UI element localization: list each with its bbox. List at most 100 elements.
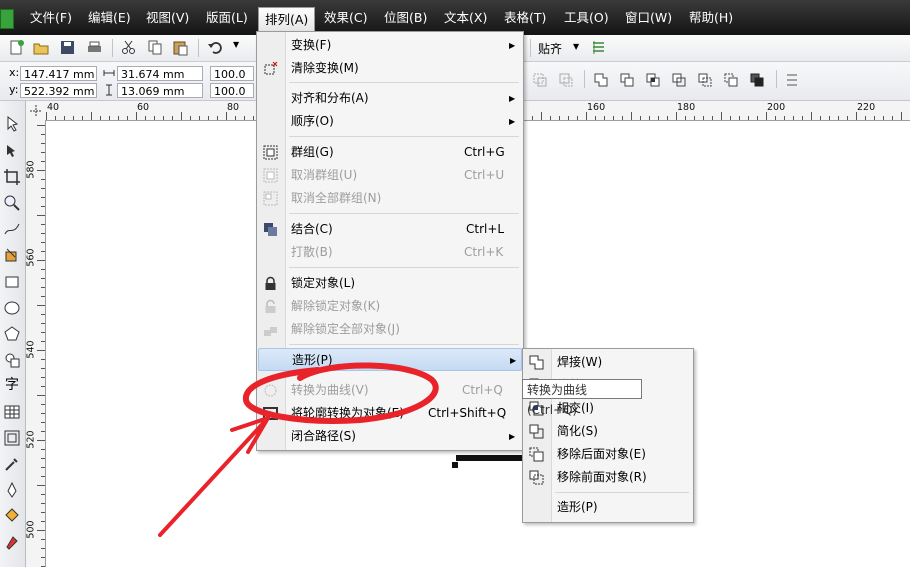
interactive-fill-tool-icon[interactable] <box>3 533 21 551</box>
menu-item-lock-object[interactable]: 锁定对象(L) <box>257 272 523 295</box>
height-icon <box>106 84 112 96</box>
print-icon[interactable] <box>86 39 103 56</box>
menu-item-shaping-docker[interactable]: 造形(P) <box>523 496 693 519</box>
menu-view[interactable]: 视图(V) <box>140 6 195 30</box>
menu-help[interactable]: 帮助(H) <box>683 6 739 30</box>
ruler-tick <box>41 278 45 279</box>
ruler-tick <box>109 116 110 120</box>
ruler-tick <box>811 112 812 120</box>
toolbar-separator <box>198 39 199 57</box>
ruler-origin-icon[interactable] <box>29 104 43 118</box>
toolbox: 字 <box>0 101 26 567</box>
selected-object[interactable] <box>456 455 524 461</box>
menu-item-group[interactable]: 群组(G) Ctrl+G <box>257 141 523 164</box>
smart-fill-tool-icon[interactable] <box>3 246 21 264</box>
crop-tool-icon[interactable] <box>3 168 21 186</box>
text-tool-icon[interactable]: 字 <box>3 374 21 393</box>
menu-item-combine[interactable]: 结合(C) Ctrl+L <box>257 218 523 241</box>
height-field[interactable]: 13.069 mm <box>117 83 203 98</box>
menu-item-front-minus-back[interactable]: 移除前面对象(R) <box>523 466 693 489</box>
eyedropper-tool-icon[interactable] <box>3 455 21 473</box>
back-minus-front-icon[interactable] <box>723 72 739 88</box>
width-field[interactable]: 31.674 mm <box>117 66 203 81</box>
menu-arrange[interactable]: 排列(A) <box>258 7 316 32</box>
menu-tools[interactable]: 工具(O) <box>558 6 615 30</box>
freehand-tool-icon[interactable] <box>3 220 21 238</box>
basic-shapes-tool-icon[interactable] <box>3 351 21 369</box>
menu-item-order[interactable]: 顺序(O) ▶ <box>257 110 523 133</box>
y-position-field[interactable]: 522.392 mm <box>20 83 97 98</box>
ruler-tick <box>568 116 569 120</box>
ruler-tick <box>739 116 740 120</box>
intersect-icon[interactable] <box>645 72 661 88</box>
menu-bitmaps[interactable]: 位图(B) <box>378 6 433 30</box>
ruler-tick <box>37 170 45 171</box>
save-icon[interactable] <box>59 39 76 56</box>
cut-icon[interactable] <box>120 39 137 56</box>
snap-dropdown-icon[interactable]: ▼ <box>573 42 579 51</box>
ruler-tick <box>595 116 596 120</box>
undo-dropdown-icon[interactable]: ▼ <box>233 40 239 49</box>
ruler-tick <box>41 332 45 333</box>
new-document-icon[interactable] <box>8 39 25 56</box>
menu-item-transformations[interactable]: 变换(F) ▶ <box>257 34 523 57</box>
rectangle-tool-icon[interactable] <box>3 273 21 291</box>
menu-item-simplify[interactable]: 简化(S) <box>523 420 693 443</box>
combine-icon <box>264 223 277 236</box>
ruler-tick <box>41 386 45 387</box>
zoom-tool-icon[interactable] <box>3 194 21 212</box>
ruler-tick <box>41 557 45 558</box>
menu-item-weld[interactable]: 焊接(W) <box>523 351 693 374</box>
trim-shape-icon[interactable] <box>558 72 574 88</box>
menu-item-close-path[interactable]: 闭合路径(S) ▶ <box>257 425 523 448</box>
menu-item-shaping[interactable]: 造形(P) ▶ <box>258 348 522 371</box>
scale-y-field[interactable]: 100.0 <box>210 83 254 98</box>
simplify-icon[interactable] <box>671 72 687 88</box>
menu-item-align-distribute[interactable]: 对齐和分布(A) ▶ <box>257 87 523 110</box>
remove-front-icon <box>529 470 544 485</box>
menu-effects[interactable]: 效果(C) <box>318 6 373 30</box>
vertical-ruler: 580 560 540 520 500 <box>26 120 46 567</box>
menu-text[interactable]: 文本(X) <box>438 6 493 30</box>
fill-tool-icon[interactable] <box>3 507 21 525</box>
weld-icon[interactable] <box>593 72 609 88</box>
ruler-tick <box>41 188 45 189</box>
ruler-tick <box>41 197 45 198</box>
align-icon[interactable] <box>784 72 800 88</box>
boundary-icon[interactable] <box>749 72 765 88</box>
menu-file[interactable]: 文件(F) <box>24 6 78 30</box>
table-tool-icon[interactable] <box>3 403 21 421</box>
polygon-tool-icon[interactable] <box>3 325 21 343</box>
paste-icon[interactable] <box>172 39 189 56</box>
menu-edit[interactable]: 编辑(E) <box>82 6 137 30</box>
pick-tool-icon[interactable] <box>3 115 21 133</box>
menu-item-clear-transformations[interactable]: 清除变换(M) <box>257 57 523 80</box>
trim-icon[interactable] <box>619 72 635 88</box>
weld-shape-icon[interactable] <box>532 72 548 88</box>
ruler-label: 580 <box>25 160 37 179</box>
menu-item-outline-to-object[interactable]: 将轮廓转换为对象(E) Ctrl+Shift+Q <box>257 402 523 425</box>
ellipse-tool-icon[interactable] <box>3 299 21 317</box>
interactive-tool-icon[interactable] <box>3 429 21 447</box>
x-label: x: <box>9 66 20 79</box>
menu-window[interactable]: 窗口(W) <box>619 6 678 30</box>
scale-x-field[interactable]: 100.0 <box>210 66 254 81</box>
undo-icon[interactable] <box>207 39 224 56</box>
group-icon <box>263 145 278 160</box>
menu-bar: 文件(F) 编辑(E) 视图(V) 版面(L) 排列(A) 效果(C) 位图(B… <box>0 0 910 35</box>
menu-layout[interactable]: 版面(L) <box>200 6 254 30</box>
menu-table[interactable]: 表格(T) <box>498 6 552 30</box>
front-minus-back-icon[interactable] <box>697 72 713 88</box>
x-position-field[interactable]: 147.417 mm <box>20 66 97 81</box>
open-folder-icon[interactable] <box>33 39 50 56</box>
ruler-tick <box>649 116 650 120</box>
copy-icon[interactable] <box>147 39 164 56</box>
shape-tool-icon[interactable] <box>3 142 21 160</box>
selection-handle[interactable] <box>452 462 458 468</box>
ruler-tick <box>37 305 45 306</box>
ruler-tick <box>172 116 173 120</box>
outline-pen-tool-icon[interactable] <box>3 481 21 499</box>
snap-to-label[interactable]: 贴齐 <box>538 40 562 57</box>
options-icon[interactable] <box>590 39 607 56</box>
menu-item-back-minus-front[interactable]: 移除后面对象(E) <box>523 443 693 466</box>
